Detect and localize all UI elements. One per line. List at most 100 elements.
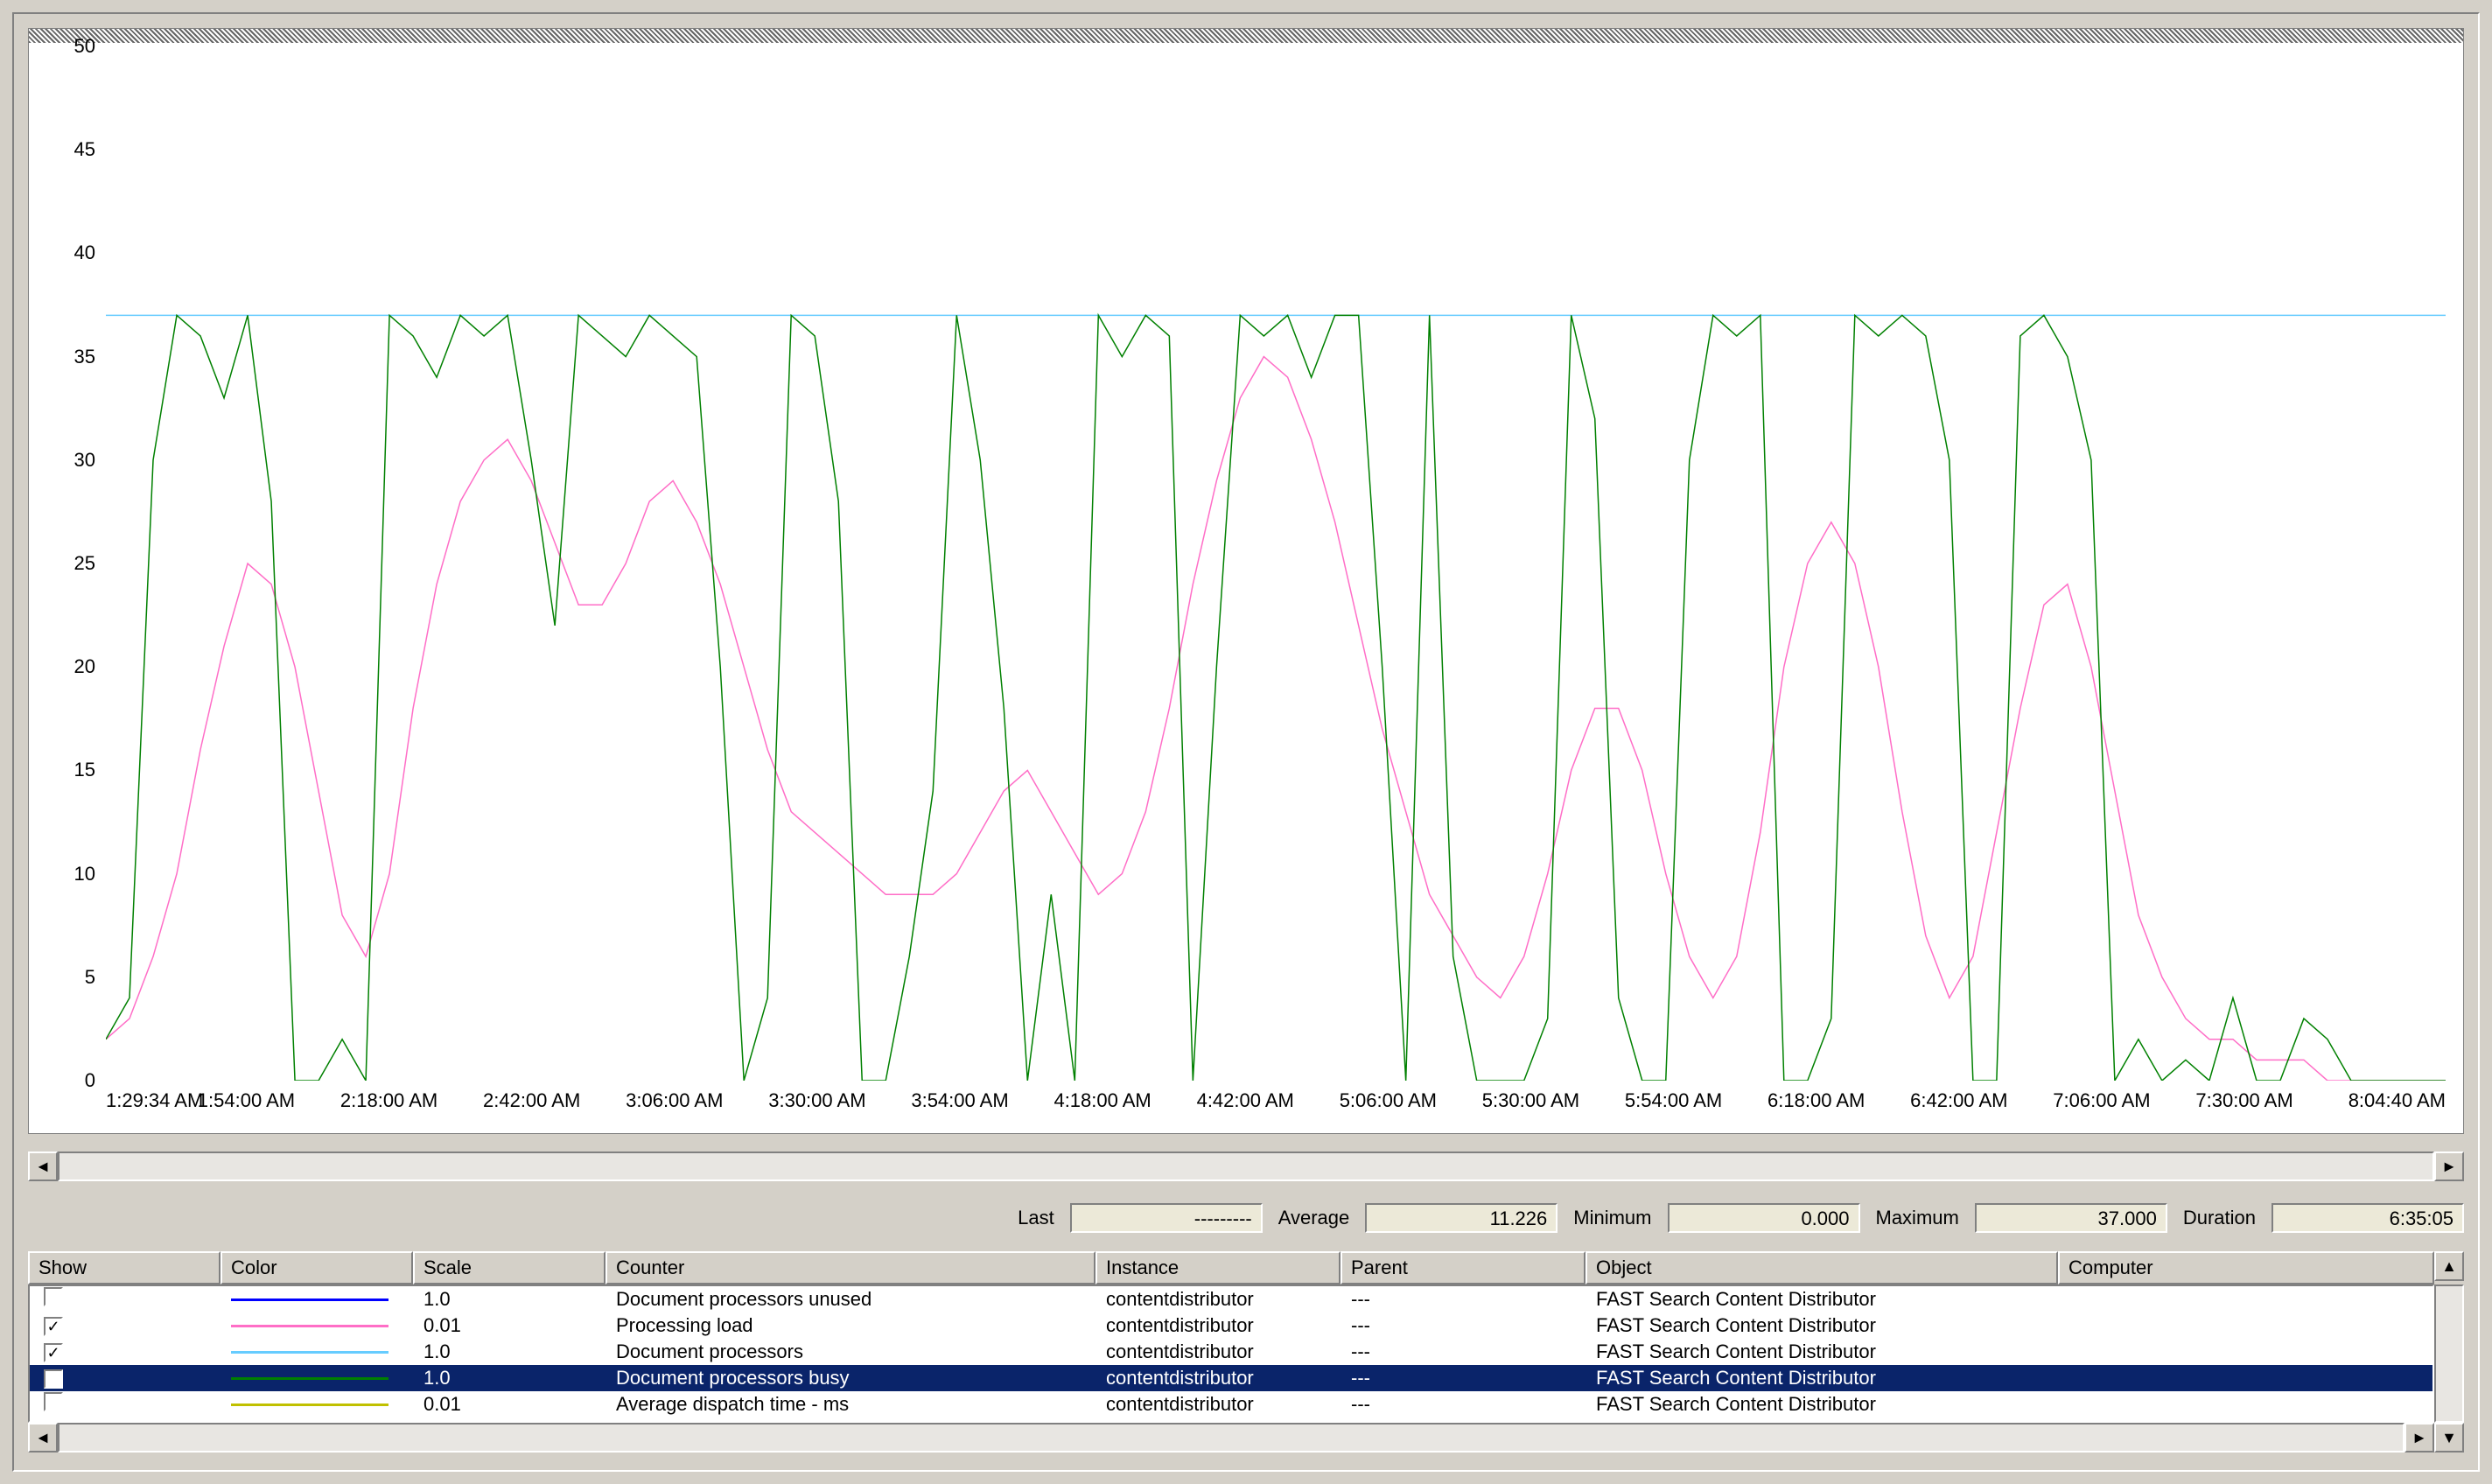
col-counter[interactable]: Counter <box>606 1251 1096 1284</box>
table-row[interactable]: ✓0.01Processing loadcontentdistributor--… <box>30 1312 2432 1339</box>
show-checkbox[interactable]: ✓ <box>44 1369 63 1389</box>
x-tick: 6:42:00 AM <box>1910 1089 2007 1112</box>
grid-vscroll-track[interactable] <box>2434 1284 2464 1423</box>
show-checkbox[interactable]: ✓ <box>44 1317 63 1336</box>
duration-value: 6:35:05 <box>2272 1203 2464 1233</box>
x-tick: 2:42:00 AM <box>483 1089 580 1112</box>
table-row[interactable]: ✓ 1.0Document processors busycontentdistr… <box>30 1365 2432 1391</box>
cell-instance: contentdistributor <box>1097 1340 1342 1363</box>
y-tick: 45 <box>74 138 95 161</box>
cell-instance: contentdistributor <box>1097 1393 1342 1416</box>
y-tick: 50 <box>74 35 95 58</box>
cell-object: FAST Search Content Distributor <box>1587 1367 2060 1390</box>
cell-scale: 1.0 <box>415 1288 607 1311</box>
cell-scale: 1.0 <box>415 1367 607 1390</box>
y-tick: 5 <box>85 966 95 989</box>
grid-scroll-right-icon[interactable]: ► <box>2404 1423 2434 1452</box>
grid-scroll-down-icon[interactable]: ▼ <box>2434 1423 2464 1452</box>
cell-object: FAST Search Content Distributor <box>1587 1314 2060 1337</box>
cell-parent: --- <box>1342 1288 1587 1311</box>
stats-bar: Last --------- Average 11.226 Minimum 0.… <box>28 1199 2464 1237</box>
cell-parent: --- <box>1342 1393 1587 1416</box>
x-tick: 6:18:00 AM <box>1768 1089 1865 1112</box>
cell-parent: --- <box>1342 1340 1587 1363</box>
color-swatch <box>231 1404 388 1406</box>
chart-hatch <box>29 29 2463 43</box>
x-tick: 3:54:00 AM <box>911 1089 1008 1112</box>
average-value: 11.226 <box>1365 1203 1558 1233</box>
color-swatch <box>231 1325 388 1327</box>
last-label: Last <box>1014 1207 1058 1229</box>
x-axis: 1:29:34 AM1:54:00 AM2:18:00 AM2:42:00 AM… <box>106 1084 2446 1133</box>
x-tick: 1:29:34 AM <box>106 1089 203 1112</box>
x-tick: 4:18:00 AM <box>1054 1089 1151 1112</box>
perfmon-window: 50454035302520151050 1:29:34 AM1:54:00 A… <box>12 12 2480 1472</box>
y-tick: 20 <box>74 655 95 678</box>
table-row[interactable]: 1.0Document processors unusedcontentdist… <box>30 1286 2432 1312</box>
table-row[interactable]: 0.01Average dispatch time - mscontentdis… <box>30 1391 2432 1418</box>
x-tick: 5:06:00 AM <box>1340 1089 1437 1112</box>
y-tick: 10 <box>74 863 95 886</box>
grid-scroll-up-icon[interactable]: ▲ <box>2434 1251 2464 1281</box>
show-checkbox[interactable]: ✓ <box>44 1343 63 1362</box>
minimum-value: 0.000 <box>1668 1203 1860 1233</box>
y-tick: 30 <box>74 449 95 472</box>
y-tick: 25 <box>74 552 95 575</box>
color-swatch <box>231 1351 388 1354</box>
cell-counter: Document processors busy <box>607 1367 1097 1390</box>
time-scrollbar[interactable]: ◄ ► <box>28 1152 2464 1181</box>
table-row[interactable]: ✓ 1.0Document processorscontentdistributo… <box>30 1339 2432 1365</box>
x-tick: 8:04:40 AM <box>2348 1089 2446 1112</box>
y-tick: 0 <box>85 1069 95 1092</box>
cell-instance: contentdistributor <box>1097 1288 1342 1311</box>
cell-counter: Document processors unused <box>607 1288 1097 1311</box>
grid-scroll-left-icon[interactable]: ◄ <box>28 1423 58 1452</box>
y-tick: 15 <box>74 759 95 781</box>
maximum-label: Maximum <box>1872 1207 1963 1229</box>
y-axis: 50454035302520151050 <box>29 46 102 1081</box>
col-scale[interactable]: Scale <box>413 1251 606 1284</box>
chart-area: 50454035302520151050 1:29:34 AM1:54:00 A… <box>28 28 2464 1134</box>
grid-body: 1.0Document processors unusedcontentdist… <box>28 1284 2434 1423</box>
scroll-right-icon[interactable]: ► <box>2434 1152 2464 1181</box>
cell-scale: 0.01 <box>415 1314 607 1337</box>
show-checkbox[interactable] <box>44 1392 63 1411</box>
cell-scale: 0.01 <box>415 1393 607 1416</box>
cell-counter: Processing load <box>607 1314 1097 1337</box>
duration-label: Duration <box>2180 1207 2259 1229</box>
cell-object: FAST Search Content Distributor <box>1587 1340 2060 1363</box>
col-color[interactable]: Color <box>220 1251 413 1284</box>
col-parent[interactable]: Parent <box>1340 1251 1586 1284</box>
cell-parent: --- <box>1342 1367 1587 1390</box>
scroll-track[interactable] <box>58 1152 2434 1181</box>
x-tick: 5:30:00 AM <box>1482 1089 1579 1112</box>
col-computer[interactable]: Computer <box>2058 1251 2434 1284</box>
last-value: --------- <box>1070 1203 1263 1233</box>
x-tick: 7:30:00 AM <box>2195 1089 2292 1112</box>
cell-counter: Average dispatch time - ms <box>607 1393 1097 1416</box>
cell-scale: 1.0 <box>415 1340 607 1363</box>
x-tick: 7:06:00 AM <box>2053 1089 2150 1112</box>
maximum-value: 37.000 <box>1975 1203 2167 1233</box>
grid-header: Show Color Scale Counter Instance Parent… <box>28 1251 2434 1284</box>
x-tick: 4:42:00 AM <box>1197 1089 1294 1112</box>
x-tick: 3:06:00 AM <box>626 1089 723 1112</box>
scroll-left-icon[interactable]: ◄ <box>28 1152 58 1181</box>
chart-svg <box>106 46 2446 1081</box>
average-label: Average <box>1275 1207 1354 1229</box>
x-tick: 3:30:00 AM <box>768 1089 865 1112</box>
y-tick: 40 <box>74 242 95 264</box>
grid-hscroll-track[interactable] <box>58 1423 2404 1452</box>
col-instance[interactable]: Instance <box>1096 1251 1340 1284</box>
cell-instance: contentdistributor <box>1097 1367 1342 1390</box>
show-checkbox[interactable] <box>44 1287 63 1306</box>
col-show[interactable]: Show <box>28 1251 220 1284</box>
cell-counter: Document processors <box>607 1340 1097 1363</box>
counter-grid: Show Color Scale Counter Instance Parent… <box>28 1251 2464 1452</box>
series-line <box>106 357 2446 1081</box>
x-tick: 1:54:00 AM <box>198 1089 295 1112</box>
plot-area <box>106 46 2446 1081</box>
x-tick: 5:54:00 AM <box>1625 1089 1722 1112</box>
col-object[interactable]: Object <box>1586 1251 2058 1284</box>
cell-object: FAST Search Content Distributor <box>1587 1393 2060 1416</box>
